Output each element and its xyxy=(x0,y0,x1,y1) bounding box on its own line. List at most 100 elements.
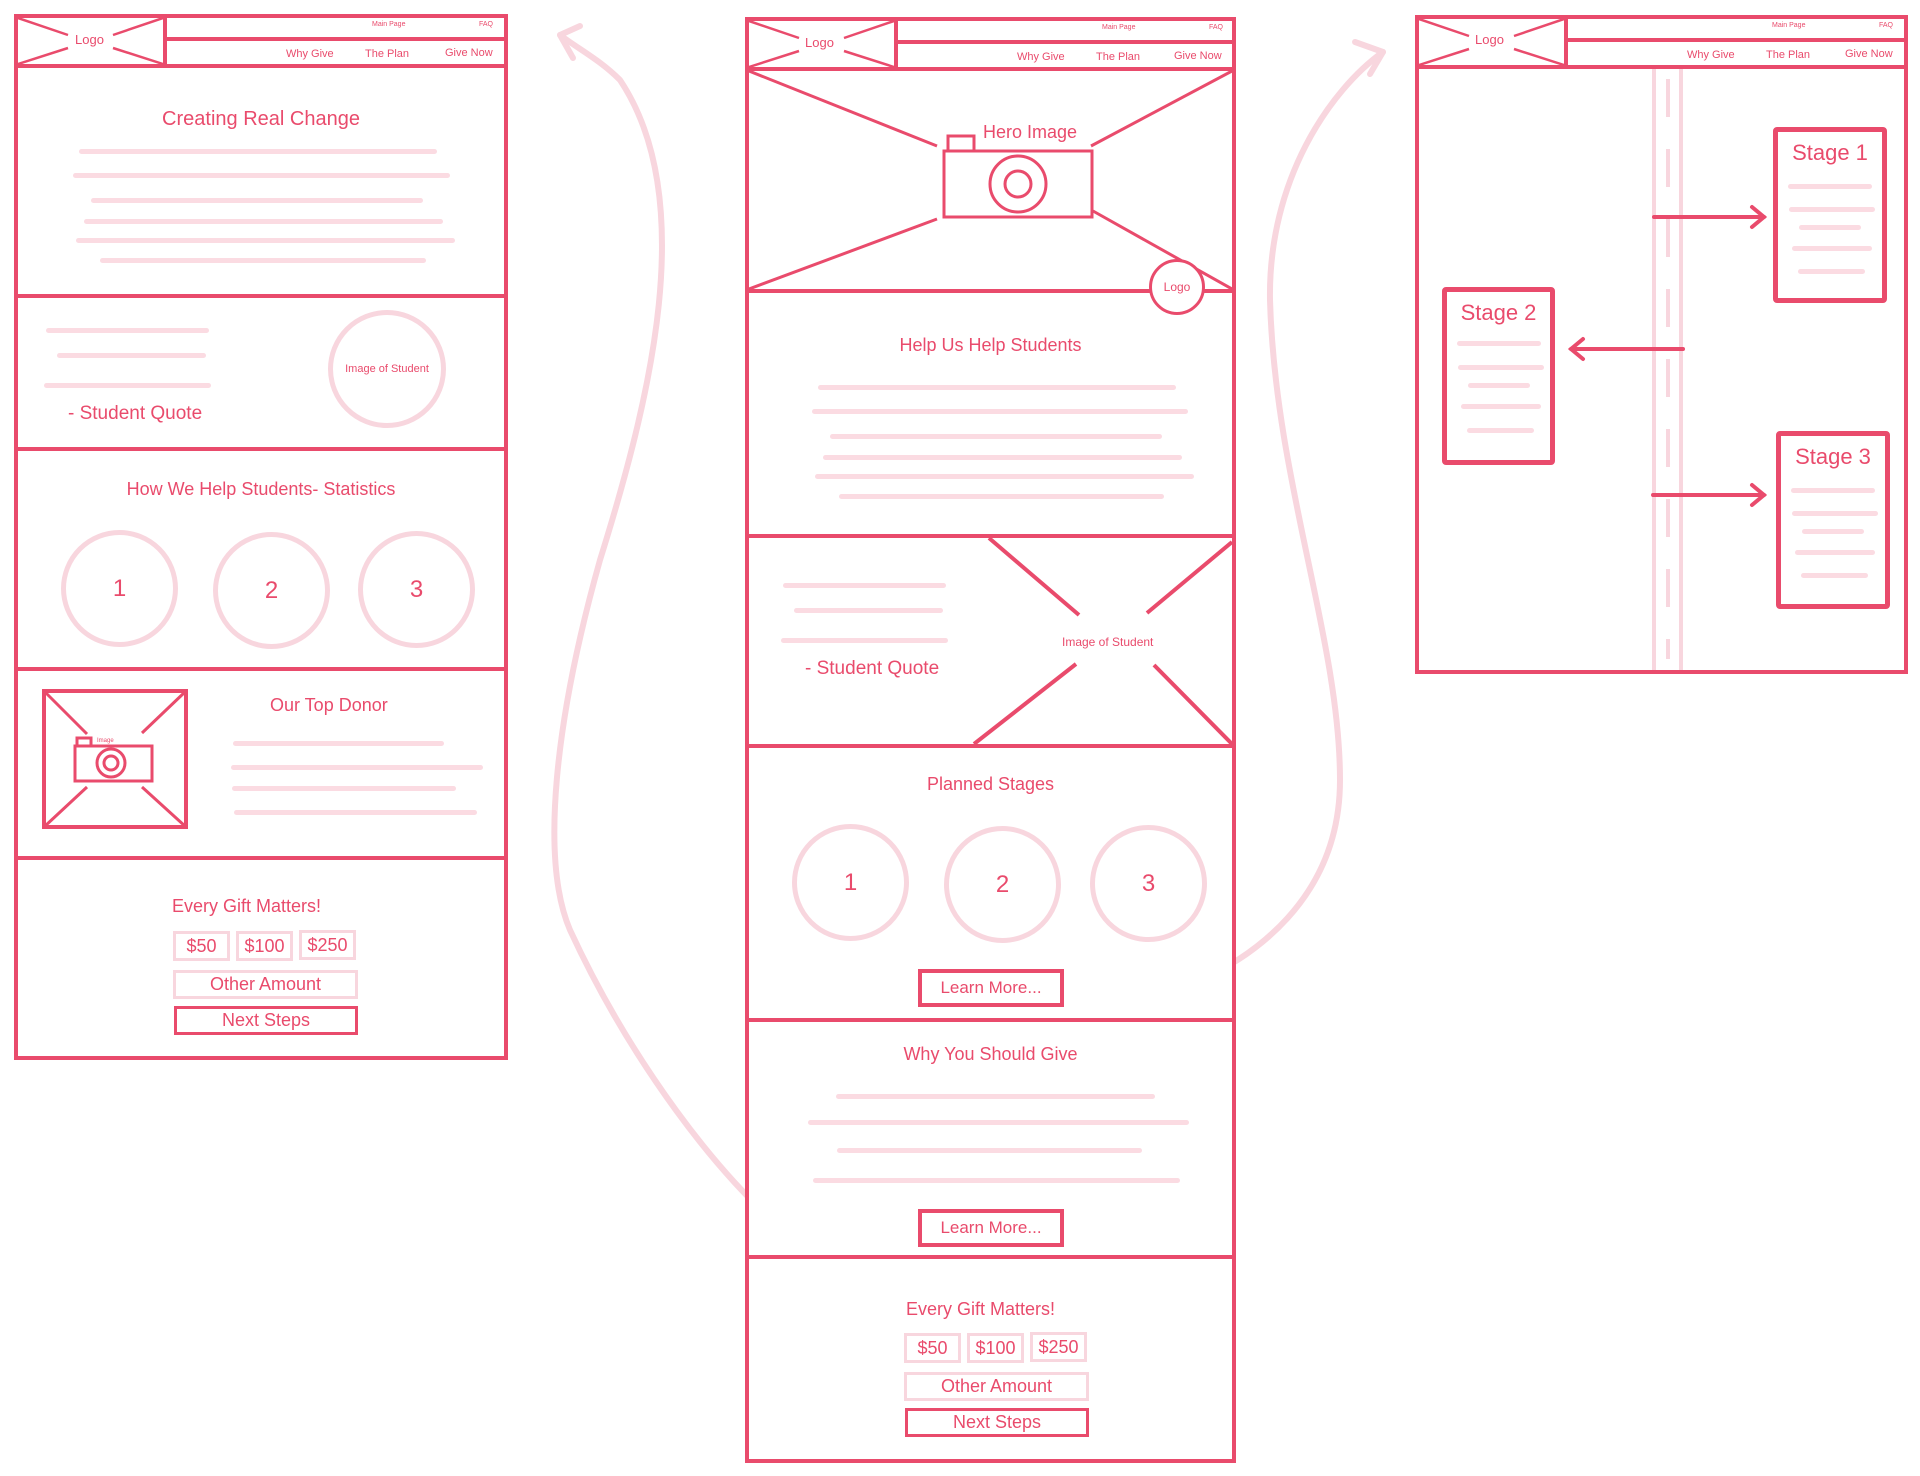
camera-icon xyxy=(942,134,1094,219)
gift-title: Every Gift Matters! xyxy=(172,896,322,916)
nav-the-plan-link[interactable]: The Plan xyxy=(1096,51,1140,63)
stage-1-card[interactable]: Stage 1 xyxy=(1773,127,1887,303)
logo-placeholder[interactable]: Logo xyxy=(17,16,167,66)
nav-main-page-link[interactable]: Main Page xyxy=(372,21,405,28)
stage-circle[interactable]: 1 xyxy=(792,824,909,941)
planned-stages-section: Planned Stages 1 2 3 Learn More... xyxy=(749,744,1232,1018)
student-quote-label: - Student Quote xyxy=(805,658,940,679)
nav-give-now-link[interactable]: Give Now xyxy=(1845,48,1893,60)
next-steps-button[interactable]: Next Steps xyxy=(905,1408,1089,1437)
stat-number: 2 xyxy=(264,576,279,604)
text-placeholder-line xyxy=(830,434,1162,439)
nav-give-now-link[interactable]: Give Now xyxy=(445,47,493,59)
stage-placeholder-line xyxy=(1789,207,1875,212)
hero-logo-label: Logo xyxy=(1163,280,1191,294)
help-students-section: Help Us Help Students xyxy=(749,289,1232,534)
next-steps-button[interactable]: Next Steps xyxy=(174,1006,358,1035)
amount-50-button[interactable]: $50 xyxy=(173,931,230,961)
arrowhead-left xyxy=(557,23,583,61)
text-placeholder-line xyxy=(79,149,437,154)
text-placeholder-line xyxy=(91,198,423,203)
amount-250-button[interactable]: $250 xyxy=(299,930,356,960)
stage-circle[interactable]: 2 xyxy=(944,826,1061,943)
stage-placeholder-line xyxy=(1795,550,1875,555)
stage-circle[interactable]: 3 xyxy=(1090,825,1207,942)
learn-more-stages-button[interactable]: Learn More... xyxy=(918,969,1064,1007)
quote-placeholder-line xyxy=(46,328,209,333)
logo-label: Logo xyxy=(805,35,834,50)
stage-placeholder-line xyxy=(1802,529,1864,534)
donor-title: Our Top Donor xyxy=(270,695,388,715)
nav-why-give-link[interactable]: Why Give xyxy=(1017,51,1065,63)
nav-bar: Logo Main Page FAQ Why Give The Plan Giv… xyxy=(17,16,504,68)
planned-stages-title: Planned Stages xyxy=(926,774,1055,794)
donor-placeholder-line xyxy=(232,786,456,791)
hero-image-label: Hero Image xyxy=(983,122,1078,142)
nav-bar: Logo Main Page FAQ Why Give The Plan Giv… xyxy=(1418,17,1904,69)
why-give-title: Why You Should Give xyxy=(903,1044,1078,1064)
timeline-section: Stage 1 Stage 2 Stage 3 xyxy=(1419,65,1904,670)
amount-100-button[interactable]: $100 xyxy=(967,1333,1024,1363)
quote-placeholder-line xyxy=(781,638,948,643)
other-amount-input[interactable]: Other Amount xyxy=(904,1372,1089,1401)
nav-the-plan-link[interactable]: The Plan xyxy=(1766,49,1810,61)
text-placeholder-line xyxy=(73,173,450,178)
hero-section: Creating Real Change xyxy=(18,64,504,294)
stage-3-title: Stage 3 xyxy=(1795,444,1871,469)
hero-logo-circle[interactable]: Logo xyxy=(1149,259,1205,315)
quote-placeholder-line xyxy=(44,383,211,388)
stat-number: 1 xyxy=(112,574,127,602)
stat-circle: 1 xyxy=(61,530,178,647)
help-title: Help Us Help Students xyxy=(899,335,1082,355)
arrowhead-right xyxy=(1352,39,1386,77)
nav-main-page-link[interactable]: Main Page xyxy=(1102,24,1135,31)
statistics-section: How We Help Students- Statistics 1 2 3 xyxy=(18,447,504,667)
stage-placeholder-line xyxy=(1792,246,1872,251)
nav-top-row: Main Page FAQ xyxy=(1568,19,1904,42)
student-quote-label: - Student Quote xyxy=(68,403,203,424)
logo-placeholder[interactable]: Logo xyxy=(1418,17,1568,67)
nav-why-give-link[interactable]: Why Give xyxy=(1687,49,1735,61)
nav-faq-link[interactable]: FAQ xyxy=(479,21,493,28)
donor-image-placeholder: Image xyxy=(42,689,188,829)
nav-faq-link[interactable]: FAQ xyxy=(1879,22,1893,29)
logo-placeholder[interactable]: Logo xyxy=(748,19,898,69)
nav-main-page-link[interactable]: Main Page xyxy=(1772,22,1805,29)
text-placeholder-line xyxy=(839,494,1164,499)
nav-the-plan-link[interactable]: The Plan xyxy=(365,48,409,60)
nav-why-give-link[interactable]: Why Give xyxy=(286,48,334,60)
text-placeholder-line xyxy=(815,474,1194,479)
stat-circle: 3 xyxy=(358,531,475,648)
other-amount-input[interactable]: Other Amount xyxy=(173,970,358,999)
right-page-wireframe: Logo Main Page FAQ Why Give The Plan Giv… xyxy=(1415,15,1908,674)
student-quote-section: Image of Student - Student Quote xyxy=(749,534,1232,744)
learn-more-why-button[interactable]: Learn More... xyxy=(918,1209,1064,1247)
stage-placeholder-line xyxy=(1798,269,1865,274)
middle-page-wireframe: Logo Main Page FAQ Why Give The Plan Giv… xyxy=(745,17,1236,1463)
stage-placeholder-line xyxy=(1801,573,1868,578)
stage-placeholder-line xyxy=(1458,365,1544,370)
stage-2-card[interactable]: Stage 2 xyxy=(1442,287,1555,465)
statistics-title: How We Help Students- Statistics xyxy=(126,479,396,499)
student-quote-section: - Student Quote Image of Student xyxy=(18,294,504,447)
nav-top-row: Main Page FAQ xyxy=(898,21,1232,44)
nav-faq-link[interactable]: FAQ xyxy=(1209,24,1223,31)
left-page-wireframe: Logo Main Page FAQ Why Give The Plan Giv… xyxy=(14,14,508,1060)
donor-placeholder-line xyxy=(233,741,444,746)
donor-image-label: Image xyxy=(97,738,114,744)
amount-100-button[interactable]: $100 xyxy=(236,931,293,961)
donor-placeholder-line xyxy=(234,810,477,815)
stage-3-card[interactable]: Stage 3 xyxy=(1776,431,1890,609)
stage-placeholder-line xyxy=(1467,428,1534,433)
amount-50-button[interactable]: $50 xyxy=(904,1333,961,1363)
gift-section: Every Gift Matters! $50 $100 $250 Other … xyxy=(18,856,504,1060)
nav-give-now-link[interactable]: Give Now xyxy=(1174,50,1222,62)
logo-label: Logo xyxy=(75,32,104,47)
stage-placeholder-line xyxy=(1457,341,1541,346)
stage-number: 3 xyxy=(1141,869,1156,897)
stage-placeholder-line xyxy=(1788,184,1872,189)
student-image-label: Image of Student xyxy=(345,363,429,375)
text-placeholder-line xyxy=(100,258,426,263)
stat-number: 3 xyxy=(409,575,424,603)
amount-250-button[interactable]: $250 xyxy=(1030,1332,1087,1362)
